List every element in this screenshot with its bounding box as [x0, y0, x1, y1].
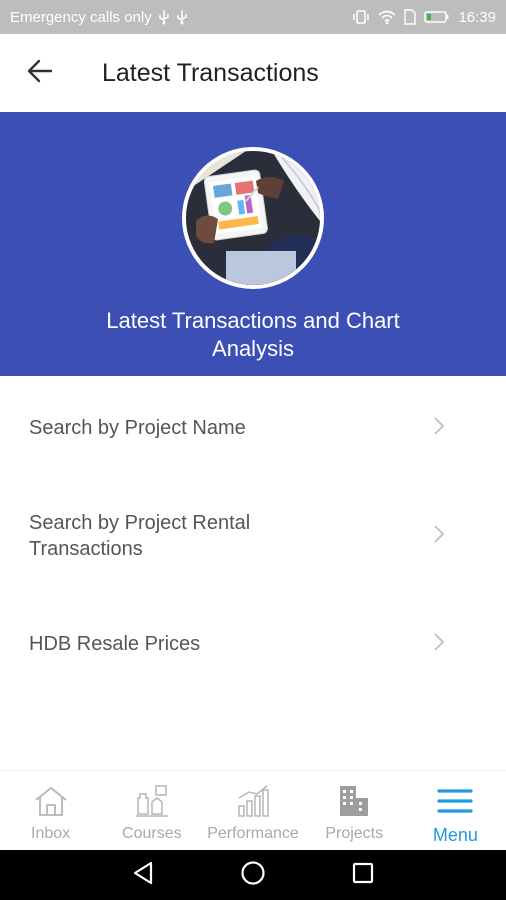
- back-button[interactable]: [0, 33, 80, 113]
- system-recents-button[interactable]: [308, 850, 418, 900]
- carrier-text: Emergency calls only: [10, 8, 152, 26]
- chevron-right-icon: [434, 416, 445, 440]
- nav-label: Menu: [432, 825, 478, 845]
- banner: Latest Transactions and Chart Analysis: [0, 114, 506, 376]
- usb-icon: [176, 9, 188, 25]
- list-item-search-rental-transactions[interactable]: Search by Project Rental Transactions: [0, 480, 506, 592]
- hamburger-menu-icon: [435, 783, 475, 819]
- status-bar: Emergency calls only 16:39: [0, 0, 506, 34]
- nav-item-performance[interactable]: Performance: [202, 771, 303, 850]
- nav-label: Performance: [207, 825, 299, 842]
- building-icon: [334, 783, 374, 819]
- nav-label: Projects: [325, 825, 384, 842]
- banner-title: Latest Transactions and Chart Analysis: [106, 308, 400, 361]
- nav-item-courses[interactable]: Courses: [101, 771, 202, 850]
- chess-icon: [132, 783, 172, 819]
- system-home-button[interactable]: [198, 850, 308, 900]
- wifi-icon: [378, 9, 396, 25]
- banner-image: [182, 147, 324, 289]
- arrow-left-icon: [27, 59, 53, 88]
- page-title: Latest Transactions: [102, 58, 319, 87]
- status-right: 16:39: [352, 9, 496, 26]
- back-triangle-icon: [132, 861, 154, 890]
- status-left: Emergency calls only: [10, 9, 188, 26]
- menu-list: Search by Project Name Search by Project…: [0, 376, 506, 696]
- nav-item-projects[interactable]: Projects: [304, 771, 405, 850]
- nav-item-menu[interactable]: Menu: [405, 771, 506, 850]
- vibrate-icon: [352, 9, 370, 25]
- list-item-label: Search by Project Rental Transactions: [29, 512, 251, 560]
- status-time: 16:39: [458, 8, 496, 26]
- nav-label: Courses: [122, 825, 182, 842]
- system-back-button[interactable]: [88, 850, 198, 900]
- system-nav-bar: [0, 850, 506, 900]
- nav-label: Inbox: [31, 825, 71, 842]
- home-icon: [31, 783, 71, 819]
- chevron-right-icon: [434, 524, 445, 548]
- list-item-hdb-resale-prices[interactable]: HDB Resale Prices: [0, 592, 506, 696]
- home-circle-icon: [240, 860, 266, 891]
- list-item-search-project-name[interactable]: Search by Project Name: [0, 376, 506, 480]
- nav-item-inbox[interactable]: Inbox: [0, 771, 101, 850]
- list-item-label: HDB Resale Prices: [29, 633, 201, 655]
- usb-icon: [158, 9, 170, 25]
- list-item-label: Search by Project Name: [29, 417, 246, 439]
- sim-icon: [404, 9, 417, 25]
- bar-chart-icon: [233, 783, 273, 819]
- recents-square-icon: [352, 862, 374, 889]
- app-bar: Latest Transactions: [0, 34, 506, 114]
- chevron-right-icon: [434, 632, 445, 656]
- battery-icon: [424, 10, 450, 24]
- bottom-nav: Inbox Courses Performance Projects Menu: [0, 770, 506, 850]
